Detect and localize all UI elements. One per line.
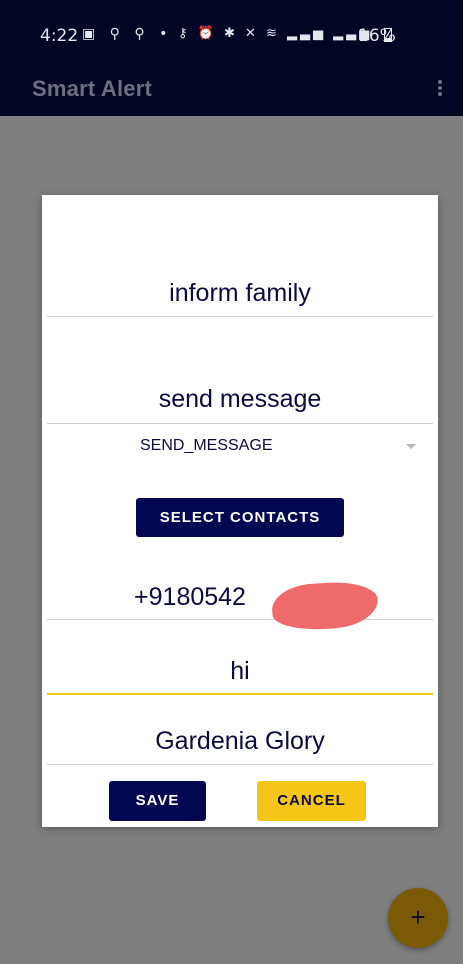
select-contacts-button[interactable]: SELECT CONTACTS	[136, 498, 344, 537]
action-type-value: SEND_MESSAGE	[140, 437, 273, 454]
action-type-dropdown[interactable]: SEND_MESSAGE	[140, 437, 420, 461]
location-field[interactable]: Gardenia Glory	[47, 727, 433, 765]
kebab-menu-icon[interactable]	[436, 78, 444, 98]
plus-icon: +	[410, 902, 426, 932]
phone-number-text: +9180542	[134, 583, 246, 611]
battery-icon	[384, 28, 392, 42]
dropdown-arrow-icon	[406, 444, 416, 449]
app-title: Smart Alert	[32, 76, 152, 101]
app-bar: Smart Alert	[0, 60, 463, 116]
notification-icons: ▣ ⚲ ⚲ •	[82, 26, 173, 42]
cancel-button[interactable]: CANCEL	[257, 781, 366, 821]
save-button[interactable]: SAVE	[109, 781, 206, 821]
status-bar: 4:22 ▣ ⚲ ⚲ • ⚷ ⏰ ✱ ✕ ≋ ▂▃▅ ▂▃▅ 16%	[0, 0, 463, 60]
action-label-field[interactable]: send message	[47, 385, 433, 424]
alert-name-field[interactable]: inform family	[47, 279, 433, 317]
message-field[interactable]: hi	[47, 657, 433, 695]
system-status-icons: ⚷ ⏰ ✱ ✕ ≋ ▂▃▅ ▂▃▅	[178, 26, 373, 41]
edit-alert-dialog: inform family send message SEND_MESSAGE …	[42, 195, 438, 827]
add-button[interactable]: +	[388, 888, 448, 948]
status-time: 4:22	[40, 26, 79, 46]
